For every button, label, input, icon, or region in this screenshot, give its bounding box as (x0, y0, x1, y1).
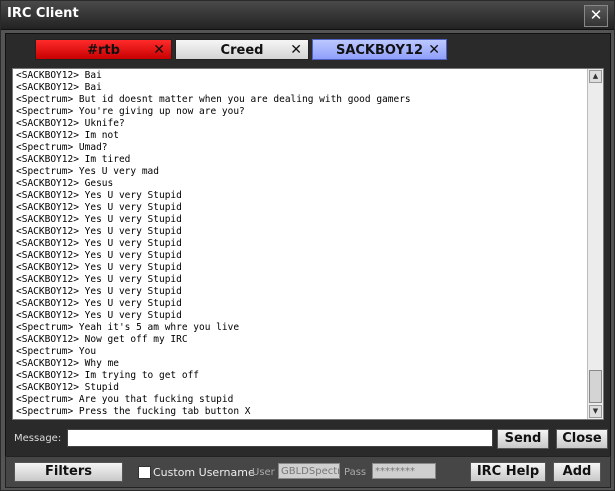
pass-field[interactable]: ******** (372, 463, 436, 479)
message-input[interactable] (67, 429, 493, 447)
message-label: Message: (14, 433, 62, 444)
chat-line: <SACKBOY12> Yes U very Stupid (16, 274, 182, 285)
chat-line: <Spectrum> But id doesnt matter when you… (16, 94, 411, 105)
chat-scrollbar[interactable]: ▲ ▼ (587, 69, 603, 419)
chat-line: <SACKBOY12> Yes U very Stupid (16, 238, 182, 249)
chat-line: <SACKBOY12> Uknife? (16, 118, 125, 129)
channel-tabs-area: #rtb ✕ Creed ✕ SACKBOY12 ✕ <SACKBOY12> B… (5, 33, 611, 458)
chat-line: <Spectrum> Yeah it's 5 am whre you live (16, 322, 240, 333)
chat-line: <SACKBOY12> Why me (16, 358, 119, 369)
tab-label: #rtb (87, 43, 120, 58)
pass-label: Pass (344, 467, 367, 478)
title-bar[interactable]: IRC Client ✕ (1, 1, 614, 30)
add-button[interactable]: Add (553, 462, 601, 482)
chat-line: <SACKBOY12> Im trying to get off (16, 370, 200, 381)
tab-label: SACKBOY12 (335, 43, 424, 58)
chat-line: <SACKBOY12> Now get off my IRC (16, 334, 188, 345)
chat-line: <SACKBOY12> Yes U very Stupid (16, 190, 182, 201)
chat-log: <SACKBOY12> Bai <SACKBOY12> Bai <Spectrum>… (16, 70, 586, 416)
scroll-thumb[interactable] (589, 370, 602, 403)
chat-line: <SACKBOY12> Im tired (16, 154, 131, 165)
chat-line: <SACKBOY12> Yes U very Stupid (16, 310, 182, 321)
chat-line: <SACKBOY12> Stupid (16, 382, 119, 393)
chat-line: <SACKBOY12> Yes U very Stupid (16, 286, 182, 297)
scroll-up-arrow-icon[interactable]: ▲ (589, 70, 602, 83)
chat-line: <SACKBOY12> Yes U very Stupid (16, 298, 182, 309)
tab-close-icon[interactable]: ✕ (428, 40, 440, 61)
chat-line: <SACKBOY12> Bai (16, 82, 102, 93)
chat-line: <Spectrum> Umad? (16, 142, 108, 153)
chat-line: <SACKBOY12> Bai (16, 70, 102, 81)
send-button[interactable]: Send (497, 429, 549, 449)
chat-line: <SACKBOY12> Yes U very Stupid (16, 226, 182, 237)
chat-line: <SACKBOY12> Yes U very Stupid (16, 202, 182, 213)
irc-client-window: IRC Client ✕ #rtb ✕ Creed ✕ SACKBOY12 ✕ … (0, 0, 615, 491)
chat-line: <SACKBOY12> Yes U very Stupid (16, 262, 182, 273)
tab-rtb[interactable]: #rtb ✕ (35, 39, 172, 60)
irc-help-button[interactable]: IRC Help (470, 462, 546, 482)
chat-line: <Spectrum> Are you that fucking stupid (16, 394, 234, 405)
tab-creed[interactable]: Creed ✕ (175, 39, 309, 60)
tab-label: Creed (220, 43, 264, 58)
chat-line: <Spectrum> Press the fucking tab button … (16, 406, 251, 416)
chat-line: <Spectrum> Yes U very mad (16, 166, 159, 177)
window-title: IRC Client (7, 6, 79, 21)
chat-line: <SACKBOY12> Gesus (16, 178, 114, 189)
custom-username-checkbox[interactable] (138, 466, 151, 479)
tab-close-icon[interactable]: ✕ (153, 40, 165, 61)
window-close-button[interactable]: ✕ (584, 5, 608, 27)
chat-line: <SACKBOY12> Im not (16, 130, 119, 141)
scroll-down-arrow-icon[interactable]: ▼ (589, 405, 602, 418)
tab-close-icon[interactable]: ✕ (290, 40, 302, 61)
user-field[interactable]: GBLDSpectr (278, 463, 340, 479)
filters-button[interactable]: Filters (14, 462, 123, 482)
user-label: User (252, 467, 275, 478)
tab-sackboy12[interactable]: SACKBOY12 ✕ (312, 39, 447, 60)
chat-line: <Spectrum> You're giving up now are you? (16, 106, 245, 117)
custom-username-label: Custom Username (153, 466, 255, 479)
chat-panel: <SACKBOY12> Bai <SACKBOY12> Bai <Spectrum>… (12, 68, 604, 420)
chat-line: <SACKBOY12> Yes U very Stupid (16, 250, 182, 261)
bottom-toolbar: Filters Custom Username User GBLDSpectr … (5, 456, 611, 488)
chat-line: <Spectrum> You (16, 346, 97, 357)
close-button[interactable]: Close (556, 429, 608, 449)
chat-line: <SACKBOY12> Yes U very Stupid (16, 214, 182, 225)
